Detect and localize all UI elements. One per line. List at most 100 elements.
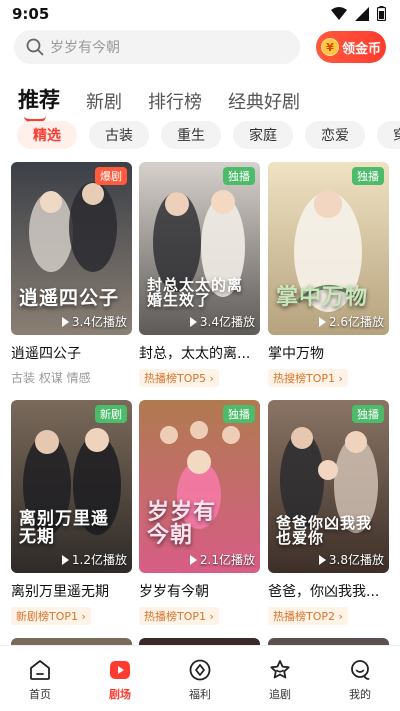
poster-art bbox=[11, 400, 132, 573]
category-chips: 精选 古装 重生 家庭 恋爱 穿越 bbox=[17, 121, 400, 151]
drama-card[interactable]: 离别万里遥无期 新剧 1.2亿播放 离别万里遥无期 新剧榜TOP1 › bbox=[11, 400, 132, 625]
wifi-icon bbox=[331, 6, 347, 20]
play-count: 3.4亿播放 bbox=[61, 313, 127, 330]
status-time: 9:05 bbox=[12, 5, 50, 23]
drama-title[interactable]: 掌中万物 bbox=[268, 343, 389, 363]
nav-profile[interactable]: 我的 bbox=[320, 646, 400, 711]
play-count: 2.6亿播放 bbox=[318, 313, 384, 330]
drama-poster[interactable]: 掌中万物 独播 2.6亿播放 bbox=[268, 162, 389, 335]
drama-poster[interactable]: 封总太太的离婚生效了 独播 3.4亿播放 bbox=[139, 162, 260, 335]
rank-label: 新剧榜TOP1 bbox=[16, 610, 79, 623]
drama-card[interactable]: 掌中万物 独播 2.6亿播放 掌中万物 热搜榜TOP1 › bbox=[268, 162, 389, 387]
rank-tag[interactable]: 新剧榜TOP1 › bbox=[11, 607, 91, 625]
rank-tag[interactable]: 热播榜TOP1 › bbox=[139, 607, 219, 625]
drama-card[interactable]: 爸爸你凶我我也爱你 独播 3.8亿播放 爸爸，你凶我我... 热播榜TOP2 › bbox=[268, 400, 389, 625]
tab-classics[interactable]: 经典好剧 bbox=[228, 88, 300, 114]
poster-title: 离别万里遥无期 bbox=[19, 509, 109, 548]
tab-ranking[interactable]: 排行榜 bbox=[148, 88, 202, 114]
play-icon bbox=[189, 316, 197, 327]
home-icon bbox=[30, 660, 50, 680]
status-badge: 独播 bbox=[352, 167, 384, 185]
play-count: 2.1亿播放 bbox=[189, 551, 255, 568]
play-count: 3.4亿播放 bbox=[189, 313, 255, 330]
nav-benefit[interactable]: 福利 bbox=[160, 646, 240, 711]
tab-label: 新剧 bbox=[86, 92, 122, 113]
profile-icon bbox=[351, 660, 370, 680]
drama-poster[interactable]: 岁岁有今朝 独播 2.1亿播放 bbox=[139, 400, 260, 573]
nav-label: 首页 bbox=[29, 688, 51, 701]
chip-romance[interactable]: 恋爱 bbox=[305, 121, 365, 149]
search-input[interactable]: 岁岁有今朝 bbox=[14, 30, 300, 64]
rank-tag[interactable]: 热播榜TOP2 › bbox=[268, 607, 348, 625]
status-icons bbox=[331, 6, 386, 21]
drama-poster[interactable]: 爸爸你凶我我也爱你 独播 3.8亿播放 bbox=[268, 400, 389, 573]
search-row: 岁岁有今朝 ¥ 领金币 bbox=[14, 30, 386, 64]
nav-label: 剧场 bbox=[109, 688, 131, 701]
drama-card[interactable]: 岁岁有今朝 独播 2.1亿播放 岁岁有今朝 热播榜TOP1 › bbox=[139, 400, 260, 625]
poster-title: 掌中万物 bbox=[276, 284, 369, 310]
poster-title: 逍遥四公子 bbox=[19, 287, 120, 310]
poster-title: 岁岁有今朝 bbox=[147, 499, 217, 548]
nav-label: 我的 bbox=[349, 688, 371, 701]
play-count-label: 2.6亿播放 bbox=[328, 315, 384, 329]
poster-art bbox=[11, 162, 132, 335]
drama-card[interactable]: 逍遥四公子 爆剧 3.4亿播放 逍遥四公子 古装 权谋 情感 bbox=[11, 162, 132, 386]
play-icon bbox=[318, 554, 326, 565]
rank-tag[interactable]: 热搜榜TOP1 › bbox=[268, 369, 348, 387]
play-count-label: 3.4亿播放 bbox=[71, 315, 127, 329]
drama-title[interactable]: 封总，太太的离... bbox=[139, 343, 260, 363]
poster-title: 爸爸你凶我我也爱你 bbox=[276, 513, 373, 548]
chip-rebirth[interactable]: 重生 bbox=[161, 121, 221, 149]
rank-label: 热播榜TOP1 bbox=[144, 610, 207, 623]
tab-label: 推荐 bbox=[18, 88, 60, 112]
tab-label: 排行榜 bbox=[148, 92, 202, 113]
search-icon bbox=[26, 38, 44, 56]
drama-poster[interactable]: 逍遥四公子 爆剧 3.4亿播放 bbox=[11, 162, 132, 335]
status-bar: 9:05 bbox=[0, 0, 400, 28]
drama-title[interactable]: 爸爸，你凶我我... bbox=[268, 581, 389, 601]
chip-featured[interactable]: 精选 bbox=[17, 121, 77, 149]
nav-label: 追剧 bbox=[269, 688, 291, 701]
status-badge: 爆剧 bbox=[95, 167, 127, 185]
play-count-label: 2.1亿播放 bbox=[199, 553, 255, 567]
coin-icon: ¥ bbox=[320, 38, 339, 56]
status-badge: 新剧 bbox=[95, 405, 127, 423]
drama-title[interactable]: 逍遥四公子 bbox=[11, 343, 132, 363]
nav-follow[interactable]: 追剧 bbox=[240, 646, 320, 711]
chip-costume[interactable]: 古装 bbox=[89, 121, 149, 149]
chip-family[interactable]: 家庭 bbox=[233, 121, 293, 149]
poster-title: 封总太太的离婚生效了 bbox=[147, 275, 244, 310]
play-icon bbox=[61, 316, 69, 327]
tab-label: 经典好剧 bbox=[228, 92, 300, 113]
status-badge: 独播 bbox=[223, 167, 255, 185]
play-count: 1.2亿播放 bbox=[61, 551, 127, 568]
drama-poster[interactable]: 离别万里遥无期 新剧 1.2亿播放 bbox=[11, 400, 132, 573]
tab-new[interactable]: 新剧 bbox=[86, 88, 122, 114]
chip-time-travel[interactable]: 穿越 bbox=[377, 121, 400, 149]
tab-recommend[interactable]: 推荐 bbox=[18, 84, 60, 122]
nav-theater[interactable]: 剧场 bbox=[80, 646, 160, 711]
signal-icon bbox=[355, 6, 369, 21]
battery-icon bbox=[377, 6, 386, 21]
benefit-icon bbox=[189, 659, 211, 681]
poster-art bbox=[268, 400, 389, 573]
nav-label: 福利 bbox=[189, 688, 211, 701]
rank-tag[interactable]: 热播榜TOP5 › bbox=[139, 369, 219, 387]
poster-art bbox=[139, 162, 260, 335]
drama-card[interactable]: 封总太太的离婚生效了 独播 3.4亿播放 封总，太太的离... 热播榜TOP5 … bbox=[139, 162, 260, 387]
drama-title[interactable]: 离别万里遥无期 bbox=[11, 581, 132, 601]
status-badge: 独播 bbox=[223, 405, 255, 423]
play-icon bbox=[61, 554, 69, 565]
drama-title[interactable]: 岁岁有今朝 bbox=[139, 581, 260, 601]
play-icon bbox=[318, 316, 326, 327]
nav-home[interactable]: 首页 bbox=[0, 646, 80, 711]
rank-label: 热播榜TOP5 bbox=[144, 372, 207, 385]
get-coins-button[interactable]: ¥ 领金币 bbox=[316, 31, 386, 63]
play-count: 3.8亿播放 bbox=[318, 551, 384, 568]
theater-icon bbox=[110, 661, 130, 679]
follow-icon bbox=[270, 660, 290, 679]
search-placeholder: 岁岁有今朝 bbox=[50, 40, 120, 56]
play-icon bbox=[189, 554, 197, 565]
status-badge: 独播 bbox=[352, 405, 384, 423]
drama-tags: 古装 权谋 情感 bbox=[11, 371, 91, 385]
